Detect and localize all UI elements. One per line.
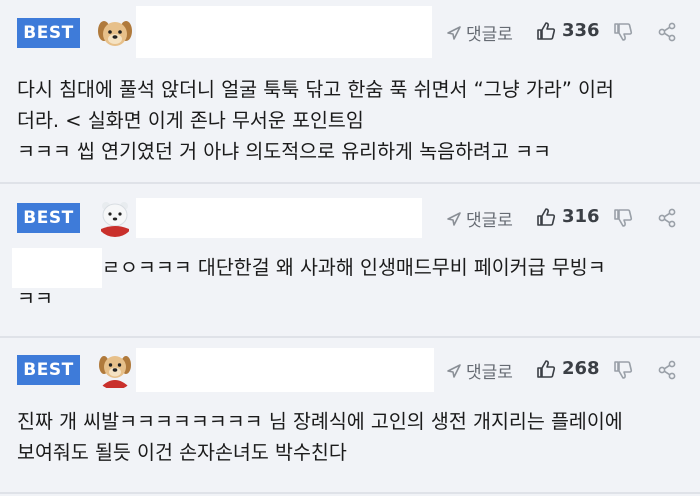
comment-line: ㄹㅇㅋㅋㅋ 대단한걸 왜 사과해 인생매드무비 페이커급 무빙ㅋ: [102, 256, 606, 279]
reply-arrow-icon: [447, 363, 461, 378]
reply-arrow-icon: [447, 25, 461, 40]
comment-body: 진짜 개 씨발ㅋㅋㅋㅋㅋㅋㅋㅋ 님 장례식에 고인의 생전 개지리는 플레이에 …: [17, 406, 686, 468]
like-count: 336: [562, 20, 600, 41]
comment-line: 보여줘도 될듯 이건 손자손녀도 박수친다: [17, 441, 347, 464]
comment-item: BEST 댓글로 336 다시 침대에 풀석 앉더니 얼굴 툭툭 닦고 한숨 푹…: [0, 0, 700, 182]
thumbs-down-icon[interactable]: [613, 208, 633, 228]
thumbs-up-icon: [537, 207, 556, 226]
reply-label: 댓글로: [466, 25, 513, 45]
like-button[interactable]: 316: [536, 206, 600, 227]
reply-button[interactable]: 댓글로: [446, 20, 513, 45]
thumbs-down-icon[interactable]: [613, 360, 633, 380]
comment-item: BEST 댓글로 268 진짜 개 씨발ㅋㅋㅋㅋㅋㅋㅋㅋ 님 장례식에 고인의 …: [0, 338, 700, 496]
like-count: 316: [562, 206, 600, 227]
thumbs-up-icon: [537, 359, 556, 378]
like-button[interactable]: 336: [536, 20, 600, 41]
best-badge: BEST: [17, 203, 80, 233]
thumbs-up-icon: [537, 21, 556, 40]
comment-line: 다시 침대에 풀석 앉더니 얼굴 툭툭 닦고 한숨 푹 쉬면서 “그냥 가라” …: [17, 78, 614, 101]
username-redaction: [136, 6, 432, 58]
best-badge: BEST: [17, 355, 80, 385]
share-icon[interactable]: [657, 360, 677, 380]
comment-line: 더라. < 실화면 이게 존나 무서운 포인트임: [17, 109, 364, 132]
reply-button[interactable]: 댓글로: [446, 206, 513, 231]
avatar-polar-bear[interactable]: [95, 197, 135, 237]
reply-arrow-icon: [447, 211, 461, 226]
avatar-puppy[interactable]: [95, 13, 135, 53]
share-icon[interactable]: [657, 22, 677, 42]
avatar-puppy-cape[interactable]: [95, 350, 135, 390]
best-badge: BEST: [17, 18, 80, 48]
reply-button[interactable]: 댓글로: [446, 358, 513, 383]
like-count: 268: [562, 358, 600, 379]
comment-redaction: [12, 248, 102, 288]
comment-body: 다시 침대에 풀석 앉더니 얼굴 툭툭 닦고 한숨 푹 쉬면서 “그냥 가라” …: [17, 74, 686, 167]
reply-label: 댓글로: [466, 363, 513, 383]
share-icon[interactable]: [657, 208, 677, 228]
username-redaction: [136, 198, 422, 238]
thumbs-down-icon[interactable]: [613, 22, 633, 42]
like-button[interactable]: 268: [536, 358, 600, 379]
comment-line: ㅋㅋㅋ 씹 연기였던 거 아냐 의도적으로 유리하게 녹음하려고 ㅋㅋ: [17, 140, 551, 163]
comment-line: 진짜 개 씨발ㅋㅋㅋㅋㅋㅋㅋㅋ 님 장례식에 고인의 생전 개지리는 플레이에: [17, 410, 623, 433]
comment-body: ㄹㅇㅋㅋㅋ 대단한걸 왜 사과해 인생매드무비 페이커급 무빙ㅋ ㅋㅋ: [17, 252, 686, 314]
reply-label: 댓글로: [466, 211, 513, 231]
username-redaction: [136, 348, 434, 392]
comment-item: BEST 댓글로 316 ㄹㅇㅋㅋㅋ 대단한걸 왜 사과해 인생매드무비 페이커…: [0, 184, 700, 336]
comment-divider: [0, 492, 700, 494]
comment-line: ㅋㅋ: [17, 287, 53, 310]
